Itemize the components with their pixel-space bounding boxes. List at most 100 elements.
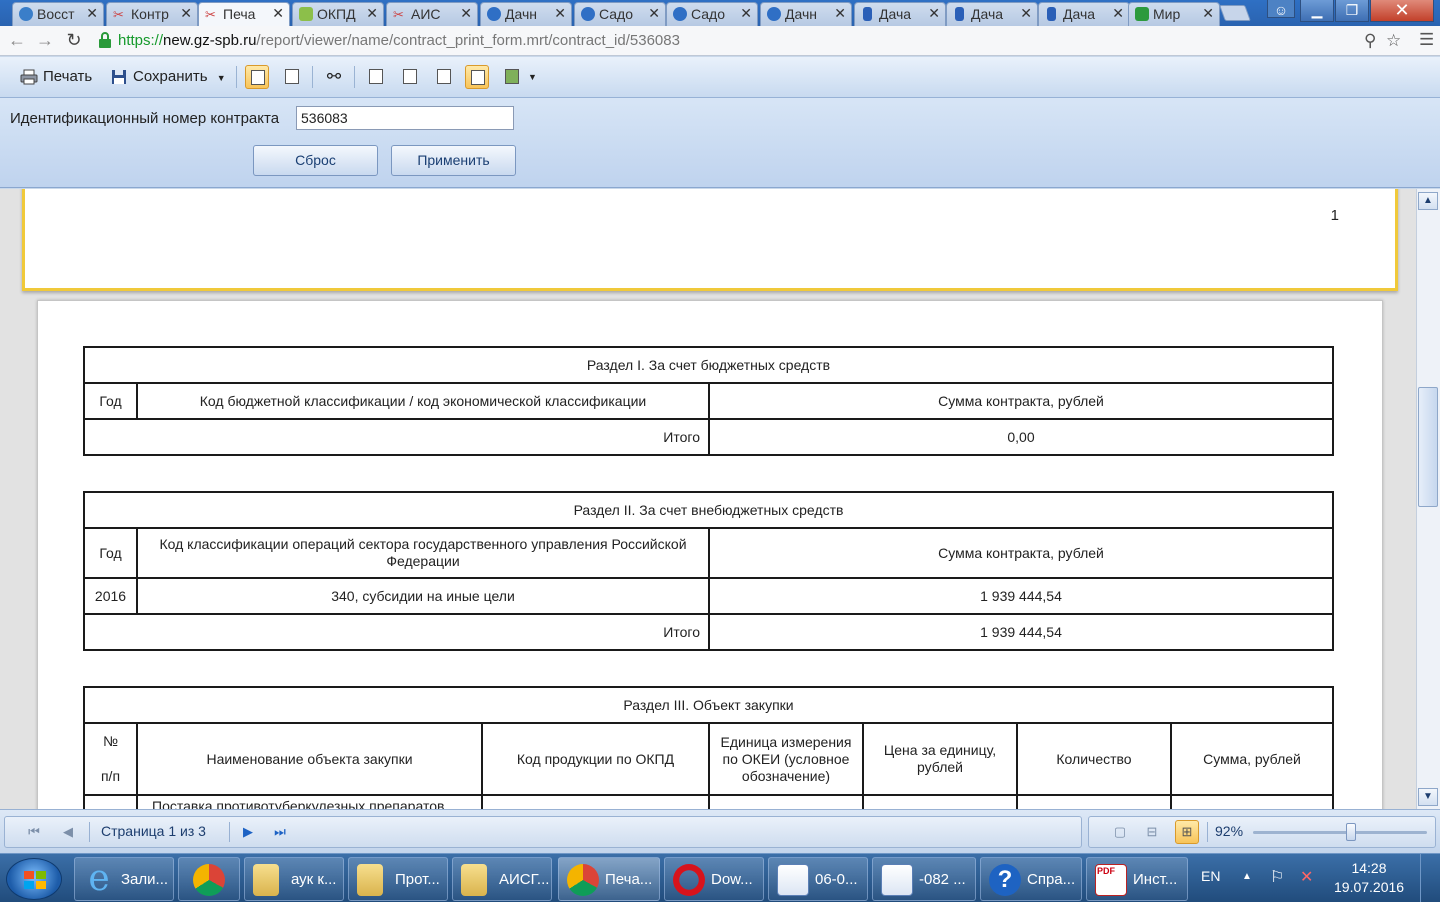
first-page-icon[interactable]: ⏮ [25, 823, 43, 841]
view-mode-button[interactable] [500, 65, 524, 89]
star-icon[interactable]: ☆ [1386, 31, 1401, 51]
language-indicator[interactable]: EN [1201, 868, 1220, 884]
taskbar-button[interactable]: PDF Инст... [1086, 857, 1188, 901]
folder-icon [357, 864, 383, 896]
back-arrow-icon[interactable]: ← [6, 30, 28, 52]
start-button[interactable] [6, 858, 62, 900]
close-icon[interactable]: ✕ [272, 5, 284, 22]
new-tab-button[interactable] [1219, 5, 1251, 21]
column-header-sum: Сумма контракта, рублей [708, 382, 1334, 420]
close-icon[interactable]: ✕ [928, 5, 940, 22]
taskbar-button[interactable]: аук к... [244, 857, 344, 901]
bookmarks-button[interactable] [280, 65, 304, 89]
column-header-name: Наименование объекта закупки [136, 722, 483, 796]
apply-button[interactable]: Применить [391, 145, 516, 176]
multiple-pages-button[interactable] [432, 65, 456, 89]
close-icon[interactable]: ✕ [554, 5, 566, 22]
browser-tab[interactable]: ОКПД ✕ [292, 2, 384, 26]
close-icon[interactable]: ✕ [180, 5, 192, 22]
column-header-unit: Единица измерения по ОКЕИ (условное обоз… [708, 722, 864, 796]
contract-id-input[interactable] [296, 106, 514, 130]
menu-icon[interactable]: ☰ [1419, 30, 1434, 50]
viewer-status-bar: ⏮ ◀ Страница 1 из 3 ▶ ⏭ ▢ ⊟ ⊞ 92% [0, 809, 1440, 853]
url-field[interactable]: https://new.gz-spb.ru/report/viewer/name… [94, 29, 1414, 53]
taskbar-button-active[interactable]: Печа... [558, 857, 660, 901]
close-icon[interactable]: ✕ [460, 5, 472, 22]
close-icon[interactable]: ✕ [366, 5, 378, 22]
tab-title: Восст [37, 6, 75, 22]
browser-tab[interactable]: Дачн ✕ [480, 2, 572, 26]
row-sum: 1 939 444,54 [708, 577, 1334, 615]
taskbar-button[interactable]: АИСГ... [452, 857, 552, 901]
taskbar-button[interactable]: e Зали... [74, 857, 174, 901]
scroll-up-arrow-icon[interactable]: ▲ [1418, 192, 1438, 210]
taskbar-button[interactable]: -082 ... [872, 857, 976, 901]
close-icon[interactable]: ✕ [86, 5, 98, 22]
reset-button[interactable]: Сброс [253, 145, 378, 176]
close-icon[interactable]: ✕ [1202, 5, 1214, 22]
lock-icon [99, 32, 111, 48]
opera-favicon-icon [19, 7, 33, 21]
browser-tab[interactable]: Дача ✕ [854, 2, 946, 26]
one-page-icon[interactable]: ▢ [1111, 823, 1129, 841]
tray-expand-icon[interactable]: ▲ [1242, 871, 1252, 882]
network-disconnected-icon[interactable]: ✕ [1300, 867, 1313, 887]
show-desktop-button[interactable] [1420, 854, 1440, 902]
taskbar-button[interactable] [178, 857, 240, 901]
print-button[interactable]: Печать [20, 64, 92, 90]
taskbar-button[interactable]: Прот... [348, 857, 448, 901]
browser-tab[interactable]: Дача ✕ [946, 2, 1038, 26]
zoom-slider-knob[interactable] [1346, 823, 1357, 841]
parameters-toggle-button[interactable] [245, 65, 269, 89]
taskbar-button[interactable]: 06-0... [768, 857, 868, 901]
continuous-page-icon [403, 69, 417, 84]
chevron-down-icon: ▼ [216, 73, 226, 83]
print-preview-button[interactable] [465, 65, 489, 89]
browser-tab[interactable]: Садо ✕ [666, 2, 758, 26]
find-binoculars-icon[interactable]: ⚯ [322, 65, 346, 89]
taskbar-button[interactable]: ? Спра... [980, 857, 1082, 901]
close-icon[interactable]: ✕ [648, 5, 660, 22]
zoom-icon[interactable]: ⚲ [1364, 31, 1376, 51]
browser-tab[interactable]: ✂ АИС ✕ [386, 2, 478, 26]
single-page-button[interactable] [364, 65, 388, 89]
previous-page-icon[interactable]: ◀ [59, 823, 77, 841]
scroll-thumb[interactable] [1418, 387, 1438, 507]
report-viewer: 1 Раздел I. За счет бюджетных средств Го… [0, 189, 1416, 809]
chevron-down-icon[interactable]: ▼ [528, 72, 537, 82]
scroll-down-arrow-icon[interactable]: ▼ [1418, 788, 1438, 806]
forward-arrow-icon[interactable]: → [34, 30, 56, 52]
clock[interactable]: 14:28 19.07.2016 [1334, 859, 1404, 897]
vertical-scrollbar[interactable]: ▲ ▼ [1416, 189, 1440, 809]
close-icon[interactable]: ✕ [1112, 5, 1124, 22]
close-icon[interactable]: ✕ [1020, 5, 1032, 22]
user-icon[interactable]: ☺ [1267, 0, 1295, 18]
browser-tab[interactable]: Садо ✕ [574, 2, 666, 26]
browser-tab[interactable]: Дачн ✕ [760, 2, 852, 26]
close-icon[interactable]: ✕ [834, 5, 846, 22]
browser-tab[interactable]: Дача ✕ [1038, 2, 1130, 26]
close-icon[interactable]: ✕ [740, 5, 752, 22]
taskbar-button[interactable]: Dow... [664, 857, 764, 901]
reload-icon[interactable]: ↻ [63, 30, 85, 52]
browser-tab[interactable]: Восст ✕ [12, 2, 104, 26]
browser-tab[interactable]: Мир ✕ [1128, 2, 1220, 26]
section-3-table: Раздел III. Объект закупки № п/п Наименов… [83, 686, 1334, 809]
column-header-code: Код бюджетной классификации / код эконом… [136, 382, 710, 420]
multiple-pages-zoom-icon[interactable]: ⊞ [1175, 820, 1199, 844]
browser-tab-active[interactable]: ✂ Печа ✕ [198, 2, 290, 26]
continuous-page-button[interactable] [398, 65, 422, 89]
last-page-icon[interactable]: ⏭ [271, 823, 289, 841]
browser-tab[interactable]: ✂ Контр ✕ [106, 2, 198, 26]
zoom-controls: ▢ ⊟ ⊞ 92% [1088, 816, 1436, 848]
next-page-icon[interactable]: ▶ [239, 823, 257, 841]
action-center-icon[interactable]: ⚐ [1270, 867, 1284, 887]
maximize-button[interactable]: ❐ [1335, 0, 1369, 22]
page-width-icon[interactable]: ⊟ [1143, 823, 1161, 841]
minimize-button[interactable]: ▁ [1300, 0, 1334, 22]
taskbar-label: -082 ... [919, 871, 966, 888]
zoom-slider[interactable] [1253, 831, 1427, 834]
close-window-button[interactable]: ✕ [1370, 0, 1434, 22]
save-button[interactable]: Сохранить ▼ [110, 64, 226, 90]
row-sum [1170, 794, 1334, 809]
